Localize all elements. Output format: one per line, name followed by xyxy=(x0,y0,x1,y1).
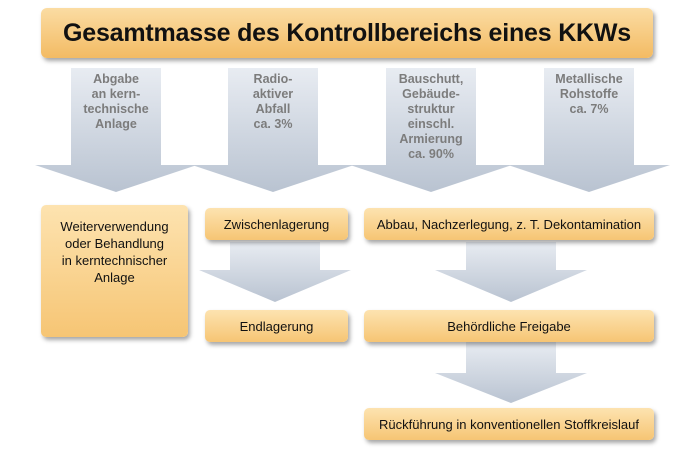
arrow-freigabe-rueck xyxy=(435,342,587,403)
label-line: technische xyxy=(83,102,149,116)
arrow-zwischen-end xyxy=(199,242,351,302)
box-rueckfuehrung: Rückführung in konventionellen Stoffkrei… xyxy=(364,408,654,440)
label-line: Bauschutt, xyxy=(398,72,464,86)
label-line: Abfall xyxy=(255,102,291,116)
label-line: Radio- xyxy=(253,72,293,86)
label-line: an kern- xyxy=(91,87,141,101)
box-line: in kerntechnischer xyxy=(61,253,168,268)
column-label-bauschutt: Bauschutt, Gebäude- struktur einschl. Ar… xyxy=(386,72,476,162)
box-endlagerung: Endlagerung xyxy=(205,310,348,342)
box-zwischenlagerung: Zwischenlagerung xyxy=(205,208,348,240)
label-line: Rohstoffe xyxy=(559,87,619,101)
box-line: oder Behandlung xyxy=(64,236,165,251)
label-line: Armierung xyxy=(399,132,463,146)
label-line: Metallische xyxy=(555,72,623,86)
label-line: Anlage xyxy=(95,117,137,131)
column-label-radioaktiv: Radio- aktiver Abfall ca. 3% xyxy=(228,72,318,132)
label-line: aktiver xyxy=(252,87,294,101)
label-line: Gebäude- xyxy=(402,87,460,101)
box-line: Anlage xyxy=(94,270,135,285)
label-line: ca. 90% xyxy=(408,147,454,161)
box-freigabe: Behördliche Freigabe xyxy=(364,310,654,342)
column-label-abgabe: Abgabe an kern- technische Anlage xyxy=(71,72,161,132)
label-line: struktur xyxy=(407,102,455,116)
box-line: Weiterverwendung xyxy=(60,219,169,234)
label-line: ca. 3% xyxy=(253,117,293,131)
box-weiterverwendung: Weiterverwendung oder Behandlung in kern… xyxy=(41,205,188,337)
column-label-metall: Metallische Rohstoffe ca. 7% xyxy=(544,72,634,117)
diagram-title: Gesamtmasse des Kontrollbereichs eines K… xyxy=(41,8,653,58)
arrow-abbau-freigabe xyxy=(435,242,587,302)
box-abbau: Abbau, Nachzerlegung, z. T. Dekontaminat… xyxy=(364,208,654,240)
label-line: ca. 7% xyxy=(569,102,609,116)
label-line: einschl. xyxy=(407,117,455,131)
label-line: Abgabe xyxy=(93,72,139,86)
